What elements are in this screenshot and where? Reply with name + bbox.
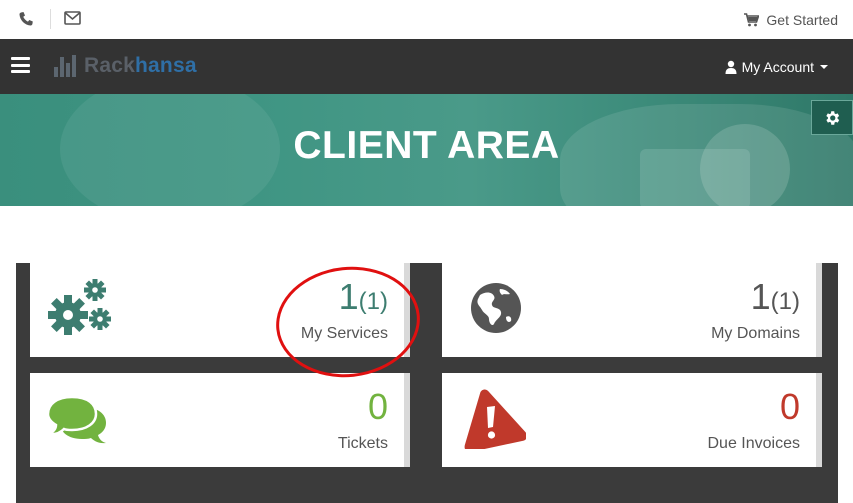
logo-text-rack: Rack <box>84 54 136 77</box>
my-account-label: My Account <box>741 59 814 75</box>
client-area-banner: CLIENT AREA <box>0 94 853 206</box>
brand-logo[interactable]: Rack hansa <box>54 53 197 79</box>
get-started-link[interactable]: Get Started <box>744 11 838 29</box>
warning-icon <box>464 389 526 449</box>
shopping-cart-icon <box>744 13 760 27</box>
divider <box>50 9 51 29</box>
due-invoices-count: 0 <box>779 386 800 427</box>
logo-bars-icon <box>54 55 78 77</box>
tickets-label: Tickets <box>337 435 388 452</box>
main-navbar: Rack hansa My Account <box>0 39 853 94</box>
caret-down-icon <box>820 65 828 69</box>
domains-count: 1(1) <box>750 276 800 317</box>
cogs-icon <box>48 279 111 335</box>
gear-icon <box>826 110 840 125</box>
domains-tile[interactable]: 1(1) My Domains <box>442 263 822 357</box>
my-account-dropdown[interactable]: My Account <box>725 59 828 75</box>
domains-label: My Domains <box>711 325 800 342</box>
hamburger-menu-icon[interactable] <box>11 57 30 73</box>
get-started-label: Get Started <box>766 12 838 28</box>
services-count: 1(1) <box>338 276 388 317</box>
services-tile[interactable]: 1(1) My Services <box>30 263 410 357</box>
comments-icon <box>44 395 106 444</box>
user-icon <box>725 60 737 74</box>
due-invoices-tile[interactable]: 0 Due Invoices <box>442 373 822 467</box>
dashboard-tiles: 1(1) My Services 1(1) My Domains 0 Ticke… <box>16 263 838 503</box>
top-utility-bar: Get Started <box>0 0 853 39</box>
page-title: CLIENT AREA <box>293 124 560 167</box>
envelope-icon[interactable] <box>64 11 81 27</box>
phone-icon[interactable] <box>18 11 34 27</box>
due-invoices-label: Due Invoices <box>707 435 801 452</box>
tickets-tile[interactable]: 0 Tickets <box>30 373 410 467</box>
services-label: My Services <box>300 325 388 342</box>
tickets-count: 0 <box>367 386 388 427</box>
settings-button[interactable] <box>811 100 853 135</box>
logo-text-hansa: hansa <box>135 54 197 77</box>
globe-icon <box>471 283 521 333</box>
